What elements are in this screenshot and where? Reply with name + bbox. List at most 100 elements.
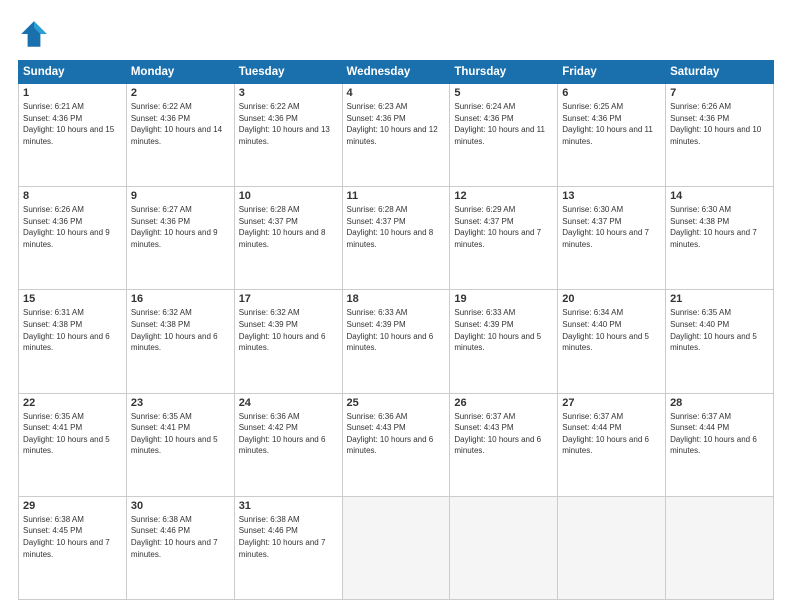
day-info: Sunrise: 6:31 AMSunset: 4:38 PMDaylight:…	[23, 307, 122, 353]
day-number: 6	[562, 87, 661, 99]
day-number: 27	[562, 397, 661, 409]
table-row: 10 Sunrise: 6:28 AMSunset: 4:37 PMDayligh…	[234, 187, 342, 290]
page: SundayMondayTuesdayWednesdayThursdayFrid…	[0, 0, 792, 612]
logo-icon	[18, 18, 50, 50]
table-row: 25 Sunrise: 6:36 AMSunset: 4:43 PMDayligh…	[342, 393, 450, 496]
day-number: 25	[347, 397, 446, 409]
day-number: 14	[670, 190, 769, 202]
day-info: Sunrise: 6:24 AMSunset: 4:36 PMDaylight:…	[454, 101, 553, 147]
day-number: 22	[23, 397, 122, 409]
day-number: 18	[347, 293, 446, 305]
day-info: Sunrise: 6:30 AMSunset: 4:38 PMDaylight:…	[670, 204, 769, 250]
col-header-friday: Friday	[558, 61, 666, 84]
table-row: 19 Sunrise: 6:33 AMSunset: 4:39 PMDayligh…	[450, 290, 558, 393]
table-row: 8 Sunrise: 6:26 AMSunset: 4:36 PMDaylight…	[19, 187, 127, 290]
table-row: 26 Sunrise: 6:37 AMSunset: 4:43 PMDayligh…	[450, 393, 558, 496]
table-row: 5Sunrise: 6:24 AMSunset: 4:36 PMDaylight…	[450, 84, 558, 187]
col-header-wednesday: Wednesday	[342, 61, 450, 84]
day-number: 20	[562, 293, 661, 305]
day-info: Sunrise: 6:36 AMSunset: 4:43 PMDaylight:…	[347, 411, 446, 457]
day-info: Sunrise: 6:35 AMSunset: 4:41 PMDaylight:…	[23, 411, 122, 457]
table-row: 27 Sunrise: 6:37 AMSunset: 4:44 PMDayligh…	[558, 393, 666, 496]
day-number: 17	[239, 293, 338, 305]
day-info: Sunrise: 6:21 AMSunset: 4:36 PMDaylight:…	[23, 101, 122, 147]
day-number: 7	[670, 87, 769, 99]
day-info: Sunrise: 6:32 AMSunset: 4:39 PMDaylight:…	[239, 307, 338, 353]
table-row: 9 Sunrise: 6:27 AMSunset: 4:36 PMDaylight…	[126, 187, 234, 290]
col-header-monday: Monday	[126, 61, 234, 84]
day-info: Sunrise: 6:38 AMSunset: 4:46 PMDaylight:…	[239, 514, 338, 560]
table-row: 16 Sunrise: 6:32 AMSunset: 4:38 PMDayligh…	[126, 290, 234, 393]
day-info: Sunrise: 6:38 AMSunset: 4:46 PMDaylight:…	[131, 514, 230, 560]
day-info: Sunrise: 6:27 AMSunset: 4:36 PMDaylight:…	[131, 204, 230, 250]
day-info: Sunrise: 6:22 AMSunset: 4:36 PMDaylight:…	[131, 101, 230, 147]
day-number: 23	[131, 397, 230, 409]
day-number: 10	[239, 190, 338, 202]
day-info: Sunrise: 6:32 AMSunset: 4:38 PMDaylight:…	[131, 307, 230, 353]
table-row	[558, 496, 666, 599]
table-row: 17 Sunrise: 6:32 AMSunset: 4:39 PMDayligh…	[234, 290, 342, 393]
day-info: Sunrise: 6:30 AMSunset: 4:37 PMDaylight:…	[562, 204, 661, 250]
table-row: 23 Sunrise: 6:35 AMSunset: 4:41 PMDayligh…	[126, 393, 234, 496]
day-number: 11	[347, 190, 446, 202]
col-header-sunday: Sunday	[19, 61, 127, 84]
table-row: 20 Sunrise: 6:34 AMSunset: 4:40 PMDayligh…	[558, 290, 666, 393]
day-info: Sunrise: 6:23 AMSunset: 4:36 PMDaylight:…	[347, 101, 446, 147]
table-row: 24Sunrise: 6:36 AMSunset: 4:42 PMDayligh…	[234, 393, 342, 496]
day-info: Sunrise: 6:34 AMSunset: 4:40 PMDaylight:…	[562, 307, 661, 353]
table-row: 7 Sunrise: 6:26 AMSunset: 4:36 PMDaylight…	[666, 84, 774, 187]
day-number: 30	[131, 500, 230, 512]
table-row: 6Sunrise: 6:25 AMSunset: 4:36 PMDaylight…	[558, 84, 666, 187]
table-row: 22 Sunrise: 6:35 AMSunset: 4:41 PMDayligh…	[19, 393, 127, 496]
day-number: 4	[347, 87, 446, 99]
day-number: 31	[239, 500, 338, 512]
day-info: Sunrise: 6:26 AMSunset: 4:36 PMDaylight:…	[670, 101, 769, 147]
table-row: 31 Sunrise: 6:38 AMSunset: 4:46 PMDayligh…	[234, 496, 342, 599]
day-number: 21	[670, 293, 769, 305]
table-row: 14 Sunrise: 6:30 AMSunset: 4:38 PMDayligh…	[666, 187, 774, 290]
day-number: 28	[670, 397, 769, 409]
day-info: Sunrise: 6:37 AMSunset: 4:44 PMDaylight:…	[670, 411, 769, 457]
table-row: 13Sunrise: 6:30 AMSunset: 4:37 PMDayligh…	[558, 187, 666, 290]
table-row: 29Sunrise: 6:38 AMSunset: 4:45 PMDayligh…	[19, 496, 127, 599]
day-number: 1	[23, 87, 122, 99]
table-row: 15 Sunrise: 6:31 AMSunset: 4:38 PMDayligh…	[19, 290, 127, 393]
day-info: Sunrise: 6:36 AMSunset: 4:42 PMDaylight:…	[239, 411, 338, 457]
day-info: Sunrise: 6:37 AMSunset: 4:43 PMDaylight:…	[454, 411, 553, 457]
week-row-4: 29Sunrise: 6:38 AMSunset: 4:45 PMDayligh…	[19, 496, 774, 599]
table-row: 2Sunrise: 6:22 AMSunset: 4:36 PMDaylight…	[126, 84, 234, 187]
week-row-3: 22 Sunrise: 6:35 AMSunset: 4:41 PMDayligh…	[19, 393, 774, 496]
week-row-0: 1 Sunrise: 6:21 AMSunset: 4:36 PMDaylight…	[19, 84, 774, 187]
table-row	[450, 496, 558, 599]
day-number: 26	[454, 397, 553, 409]
table-row: 30 Sunrise: 6:38 AMSunset: 4:46 PMDayligh…	[126, 496, 234, 599]
table-row: 21 Sunrise: 6:35 AMSunset: 4:40 PMDayligh…	[666, 290, 774, 393]
day-info: Sunrise: 6:28 AMSunset: 4:37 PMDaylight:…	[347, 204, 446, 250]
table-row: 11 Sunrise: 6:28 AMSunset: 4:37 PMDayligh…	[342, 187, 450, 290]
table-row	[342, 496, 450, 599]
table-row	[666, 496, 774, 599]
week-row-2: 15 Sunrise: 6:31 AMSunset: 4:38 PMDayligh…	[19, 290, 774, 393]
day-number: 9	[131, 190, 230, 202]
day-info: Sunrise: 6:35 AMSunset: 4:41 PMDaylight:…	[131, 411, 230, 457]
col-header-thursday: Thursday	[450, 61, 558, 84]
day-info: Sunrise: 6:35 AMSunset: 4:40 PMDaylight:…	[670, 307, 769, 353]
header	[18, 18, 774, 50]
day-info: Sunrise: 6:28 AMSunset: 4:37 PMDaylight:…	[239, 204, 338, 250]
day-info: Sunrise: 6:29 AMSunset: 4:37 PMDaylight:…	[454, 204, 553, 250]
logo	[18, 18, 54, 50]
day-number: 8	[23, 190, 122, 202]
day-info: Sunrise: 6:33 AMSunset: 4:39 PMDaylight:…	[454, 307, 553, 353]
table-row: 28 Sunrise: 6:37 AMSunset: 4:44 PMDayligh…	[666, 393, 774, 496]
day-number: 15	[23, 293, 122, 305]
day-number: 29	[23, 500, 122, 512]
day-number: 16	[131, 293, 230, 305]
table-row: 4 Sunrise: 6:23 AMSunset: 4:36 PMDaylight…	[342, 84, 450, 187]
table-row: 1 Sunrise: 6:21 AMSunset: 4:36 PMDaylight…	[19, 84, 127, 187]
day-info: Sunrise: 6:26 AMSunset: 4:36 PMDaylight:…	[23, 204, 122, 250]
table-row: 3Sunrise: 6:22 AMSunset: 4:36 PMDaylight…	[234, 84, 342, 187]
day-number: 19	[454, 293, 553, 305]
day-info: Sunrise: 6:22 AMSunset: 4:36 PMDaylight:…	[239, 101, 338, 147]
day-info: Sunrise: 6:37 AMSunset: 4:44 PMDaylight:…	[562, 411, 661, 457]
table-row: 18Sunrise: 6:33 AMSunset: 4:39 PMDayligh…	[342, 290, 450, 393]
